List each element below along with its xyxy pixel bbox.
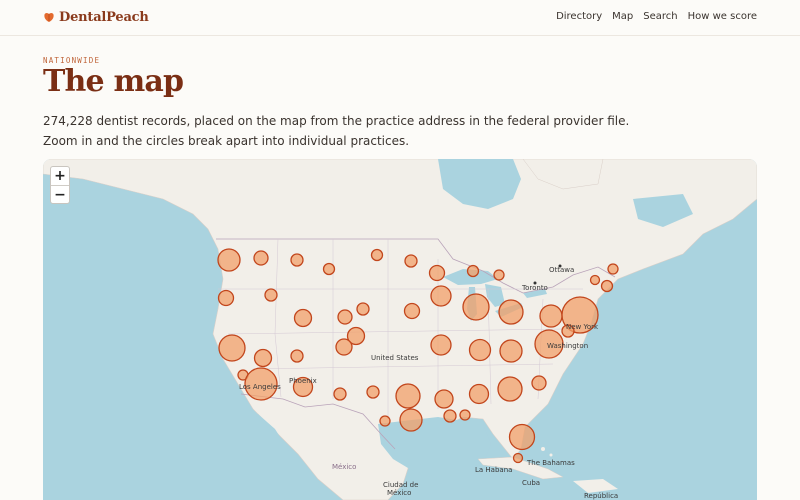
label-los-angeles: Los Angeles: [239, 383, 281, 391]
cluster-circle: [498, 299, 524, 325]
cluster-circle: [600, 279, 614, 293]
label-new-york: New York: [566, 323, 599, 331]
cluster-circle: [459, 409, 471, 421]
cluster-circle: [379, 415, 391, 427]
zoom-out-button[interactable]: −: [51, 185, 69, 203]
cluster-circle: [370, 248, 384, 262]
cluster-circle: [403, 302, 421, 320]
cluster-circle: [531, 375, 547, 391]
cluster-circle: [253, 250, 269, 266]
cluster-circle: [539, 304, 563, 328]
cluster-circle: [468, 338, 492, 362]
cluster-circle: [337, 309, 353, 325]
zoom-in-button[interactable]: +: [51, 167, 69, 185]
brand-logo[interactable]: DentalPeach: [43, 8, 149, 27]
nav-link-search[interactable]: Search: [643, 11, 677, 22]
cluster-circle: [293, 308, 313, 328]
description-line-2: Zoom in and the circles break apart into…: [43, 134, 410, 148]
label-ottawa: Ottawa: [549, 266, 574, 274]
label-phoenix: Phoenix: [289, 377, 317, 385]
cluster-circle: [430, 334, 452, 356]
main-nav: Directory Map Search How we score: [556, 11, 757, 22]
cluster-circle: [217, 289, 235, 307]
map-canvas[interactable]: Ottawa Toronto New York Washington Unite…: [43, 159, 757, 500]
cluster-circle: [512, 452, 524, 464]
cluster-circle: [333, 387, 347, 401]
cluster-circle: [253, 348, 273, 368]
hispaniola: [573, 479, 618, 493]
label-united-states: United States: [371, 354, 419, 362]
map-zoom-controls: + −: [50, 166, 70, 204]
cluster-circle: [264, 288, 278, 302]
nav-link-directory[interactable]: Directory: [556, 11, 602, 22]
label-washington: Washington: [547, 342, 588, 350]
top-navigation-bar: DentalPeach Directory Map Search How we …: [0, 0, 800, 36]
cluster-circle: [466, 264, 480, 278]
cluster-circle: [430, 285, 452, 307]
cluster-circle: [468, 383, 490, 405]
cluster-circle: [462, 293, 490, 321]
cluster-circle: [322, 262, 336, 276]
cluster-circle: [499, 339, 523, 363]
label-ciudad-de-mexico-1: Ciudad de: [383, 481, 418, 489]
cluster-circle: [508, 423, 536, 451]
nav-link-map[interactable]: Map: [612, 11, 633, 22]
page-title: The map: [43, 64, 184, 99]
label-bahamas: The Bahamas: [526, 459, 575, 467]
label-cuba: Cuba: [522, 479, 540, 487]
label-republica: República: [584, 492, 618, 500]
peach-icon: [43, 8, 55, 27]
cluster-circle: [497, 376, 523, 402]
cluster-circle: [404, 254, 418, 268]
nav-link-how-we-score[interactable]: How we score: [688, 11, 757, 22]
cluster-circle: [290, 349, 304, 363]
cluster-circle: [335, 338, 353, 356]
label-ciudad-de-mexico-2: México: [387, 489, 411, 497]
label-mexico: México: [332, 463, 356, 471]
cluster-circle: [290, 253, 304, 267]
description-line-1: 274,228 dentist records, placed on the m…: [43, 114, 630, 128]
cluster-circle: [399, 408, 423, 432]
label-toronto: Toronto: [521, 284, 548, 292]
dentist-map[interactable]: Ottawa Toronto New York Washington Unite…: [43, 159, 757, 500]
cluster-circle: [607, 263, 619, 275]
label-la-habana: La Habana: [475, 466, 512, 474]
cluster-circle: [217, 248, 241, 272]
cluster-circle: [589, 274, 601, 286]
cluster-circle: [218, 334, 246, 362]
cluster-circle: [356, 302, 370, 316]
cluster-circle: [434, 389, 454, 409]
cluster-circle: [443, 409, 457, 423]
brand-name: DentalPeach: [59, 10, 149, 25]
cluster-circle: [428, 264, 446, 282]
cluster-circle: [493, 269, 505, 281]
cluster-circle: [366, 385, 380, 399]
cluster-circle: [395, 383, 421, 409]
page-description: 274,228 dentist records, placed on the m…: [43, 111, 663, 151]
